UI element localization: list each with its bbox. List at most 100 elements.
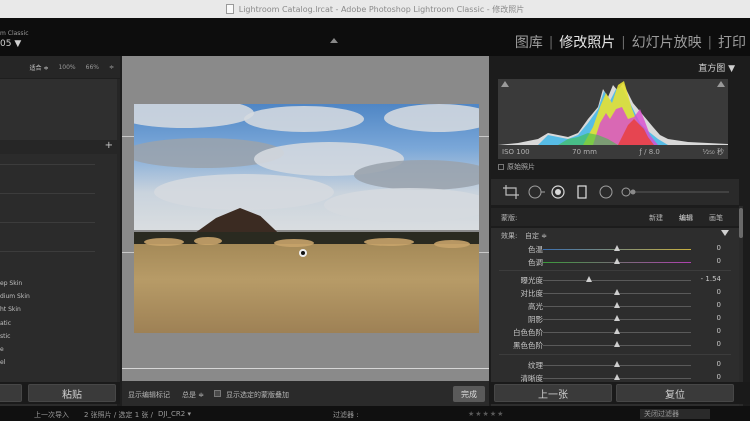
filmstrip-bar: 上一次导入 2 张照片 / 选定 1 张 / DJI_CR2 ▾ 过滤器 : ★… <box>0 406 750 421</box>
slider-texture[interactable]: 纹理 0 <box>491 359 739 371</box>
red-eye-icon[interactable] <box>551 185 565 199</box>
graduated-filter-icon[interactable] <box>577 185 587 199</box>
mask-edit-button[interactable]: 编辑 <box>679 213 693 223</box>
slider-knob[interactable] <box>614 361 620 367</box>
photo-count: 2 张照片 / 选定 1 张 / <box>84 411 153 419</box>
presets-list: ep Skin dium Skin ht Skin atic stic e el <box>0 154 117 406</box>
effect-preset-select[interactable]: 自定 ≑ <box>525 231 547 241</box>
slider-knob[interactable] <box>614 374 620 380</box>
module-picker: 图库 | 修改照片 | 幻灯片放映 | 打印 <box>515 32 746 52</box>
paste-button[interactable]: 粘贴 <box>28 384 116 402</box>
slider-knob[interactable] <box>586 276 592 282</box>
slider-knob[interactable] <box>614 328 620 334</box>
mask-header: 蒙版: 新建 编辑 画笔 <box>491 208 739 226</box>
effect-label: 效果: <box>501 232 518 240</box>
slider-whites[interactable]: 白色色阶 0 <box>491 326 739 338</box>
navigator-header: 适合 ≑ 100% 66% ≑ <box>0 56 120 78</box>
rating-filter-stars[interactable]: ★★★★★ <box>468 410 504 418</box>
prev-import-source[interactable]: 上一次导入 <box>34 410 69 420</box>
slider-contrast[interactable]: 对比度 0 <box>491 287 739 299</box>
slider-knob[interactable] <box>614 258 620 264</box>
mask-label: 蒙版: <box>501 214 518 222</box>
mask-brush-button[interactable]: 画笔 <box>709 213 723 223</box>
preset-item[interactable]: ht Skin <box>0 306 21 313</box>
show-overlay-label[interactable]: 显示选定的蒙版叠加 <box>226 390 289 400</box>
add-preset-button[interactable]: + <box>105 140 113 151</box>
done-button[interactable]: 完成 <box>453 386 485 402</box>
left-scrollbar[interactable] <box>117 79 120 399</box>
slider-exposure[interactable]: 曝光度 - 1.54 <box>491 274 739 286</box>
reset-button[interactable]: 复位 <box>616 384 734 402</box>
preset-item[interactable]: stic <box>0 333 10 340</box>
preset-item[interactable]: e <box>0 346 4 353</box>
slider-knob[interactable] <box>614 315 620 321</box>
histogram-header[interactable]: 直方图 ▼ <box>497 61 735 74</box>
iso-value: ISO 100 <box>502 148 530 156</box>
window-titlebar: Lightroom Catalog.lrcat - Adobe Photosho… <box>0 0 750 18</box>
current-file[interactable]: DJI_CR2 ▾ <box>158 410 191 418</box>
module-develop[interactable]: 修改照片 <box>559 32 615 52</box>
preset-item[interactable]: atic <box>0 320 11 327</box>
right-scrollbar[interactable] <box>739 206 743 406</box>
overlay-checkbox[interactable] <box>214 390 221 397</box>
highlight-clipping-icon[interactable] <box>717 81 725 87</box>
right-scrollbar-thumb[interactable] <box>739 208 743 238</box>
histogram[interactable] <box>498 79 728 145</box>
mask-pin[interactable] <box>299 249 307 257</box>
develop-toolbar: 显示编辑标记 总是 ≑ 显示选定的蒙版叠加 完成 <box>122 381 489 406</box>
spot-removal-icon[interactable] <box>527 185 545 199</box>
brand-version[interactable]: 05 ▼ <box>0 39 21 49</box>
focal-length: 70 mm <box>572 148 597 156</box>
exif-info: ISO 100 70 mm ƒ / 8.0 ¹⁄₂₅₀ 秒 <box>498 145 728 159</box>
zoom-fit[interactable]: 适合 ≑ <box>30 63 49 72</box>
collapse-top-panel-icon[interactable] <box>330 38 338 43</box>
slider-knob[interactable] <box>614 289 620 295</box>
zoom-100[interactable]: 100% <box>58 64 75 71</box>
copy-button[interactable] <box>0 384 22 402</box>
edit-pins-select[interactable]: 总是 ≑ <box>182 390 204 400</box>
photo-canvas[interactable] <box>122 56 489 381</box>
left-panel: 适合 ≑ 100% 66% ≑ + ep Skin dium Skin ht S… <box>0 56 122 406</box>
slider-shadows[interactable]: 阴影 0 <box>491 313 739 325</box>
slider-knob[interactable] <box>614 245 620 251</box>
zoom-66[interactable]: 66% <box>86 64 99 71</box>
original-photo-toggle[interactable]: 原始照片 <box>498 162 535 172</box>
shadow-clipping-icon[interactable] <box>501 81 509 87</box>
radial-filter-icon[interactable] <box>599 185 613 199</box>
mask-new-button[interactable]: 新建 <box>649 213 663 223</box>
brush-size-slider[interactable] <box>621 185 731 199</box>
slider-temperature[interactable]: 色温 0 <box>491 243 739 255</box>
crop-tool-icon[interactable] <box>503 185 519 199</box>
module-print[interactable]: 打印 <box>718 32 746 52</box>
slider-tint[interactable]: 色调 0 <box>491 256 739 268</box>
previous-button[interactable]: 上一张 <box>494 384 612 402</box>
slider-knob[interactable] <box>614 302 620 308</box>
collapse-effects-icon[interactable] <box>721 230 729 236</box>
right-bottom-bar: 上一张 复位 <box>489 382 750 404</box>
slider-blacks[interactable]: 黑色色阶 0 <box>491 339 739 351</box>
histogram-graph <box>498 81 728 145</box>
graduated-filter-line[interactable] <box>122 368 489 369</box>
module-library[interactable]: 图库 <box>515 32 543 52</box>
brand-line: m Classic <box>0 30 29 37</box>
slider-knob[interactable] <box>614 341 620 347</box>
filter-select[interactable]: 关闭过滤器 <box>640 409 710 419</box>
zoom-arrow-icon[interactable]: ≑ <box>109 64 114 71</box>
preset-item[interactable]: el <box>0 359 5 366</box>
module-slideshow[interactable]: 幻灯片放映 <box>632 32 702 52</box>
left-bottom-bar: 粘贴 <box>0 382 120 404</box>
slider-highlights[interactable]: 高光 0 <box>491 300 739 312</box>
identity-plate: m Classic 05 ▼ 图库 | 修改照片 | 幻灯片放映 | 打印 <box>0 18 750 56</box>
adjustments-panel: 效果: 自定 ≑ 色温 0 色调 0 曝光度 - 1.54 对比度 0 高光 0… <box>491 228 739 406</box>
window-title: Lightroom Catalog.lrcat - Adobe Photosho… <box>238 4 525 14</box>
preset-item[interactable]: dium Skin <box>0 293 30 300</box>
presets-header: + <box>0 140 117 154</box>
right-panel: 直方图 ▼ ISO 100 70 mm ƒ / 8.0 ¹⁄₂₅₀ 秒 原始照片 <box>489 56 750 406</box>
preset-item[interactable]: ep Skin <box>0 280 22 287</box>
photo[interactable] <box>134 104 479 333</box>
tool-strip <box>491 179 739 205</box>
navigator-preview[interactable] <box>0 79 117 140</box>
show-edit-pins-label: 显示编辑标记 <box>128 391 170 399</box>
original-photo-checkbox[interactable] <box>498 164 504 170</box>
filter-label: 过滤器 : <box>333 411 359 419</box>
